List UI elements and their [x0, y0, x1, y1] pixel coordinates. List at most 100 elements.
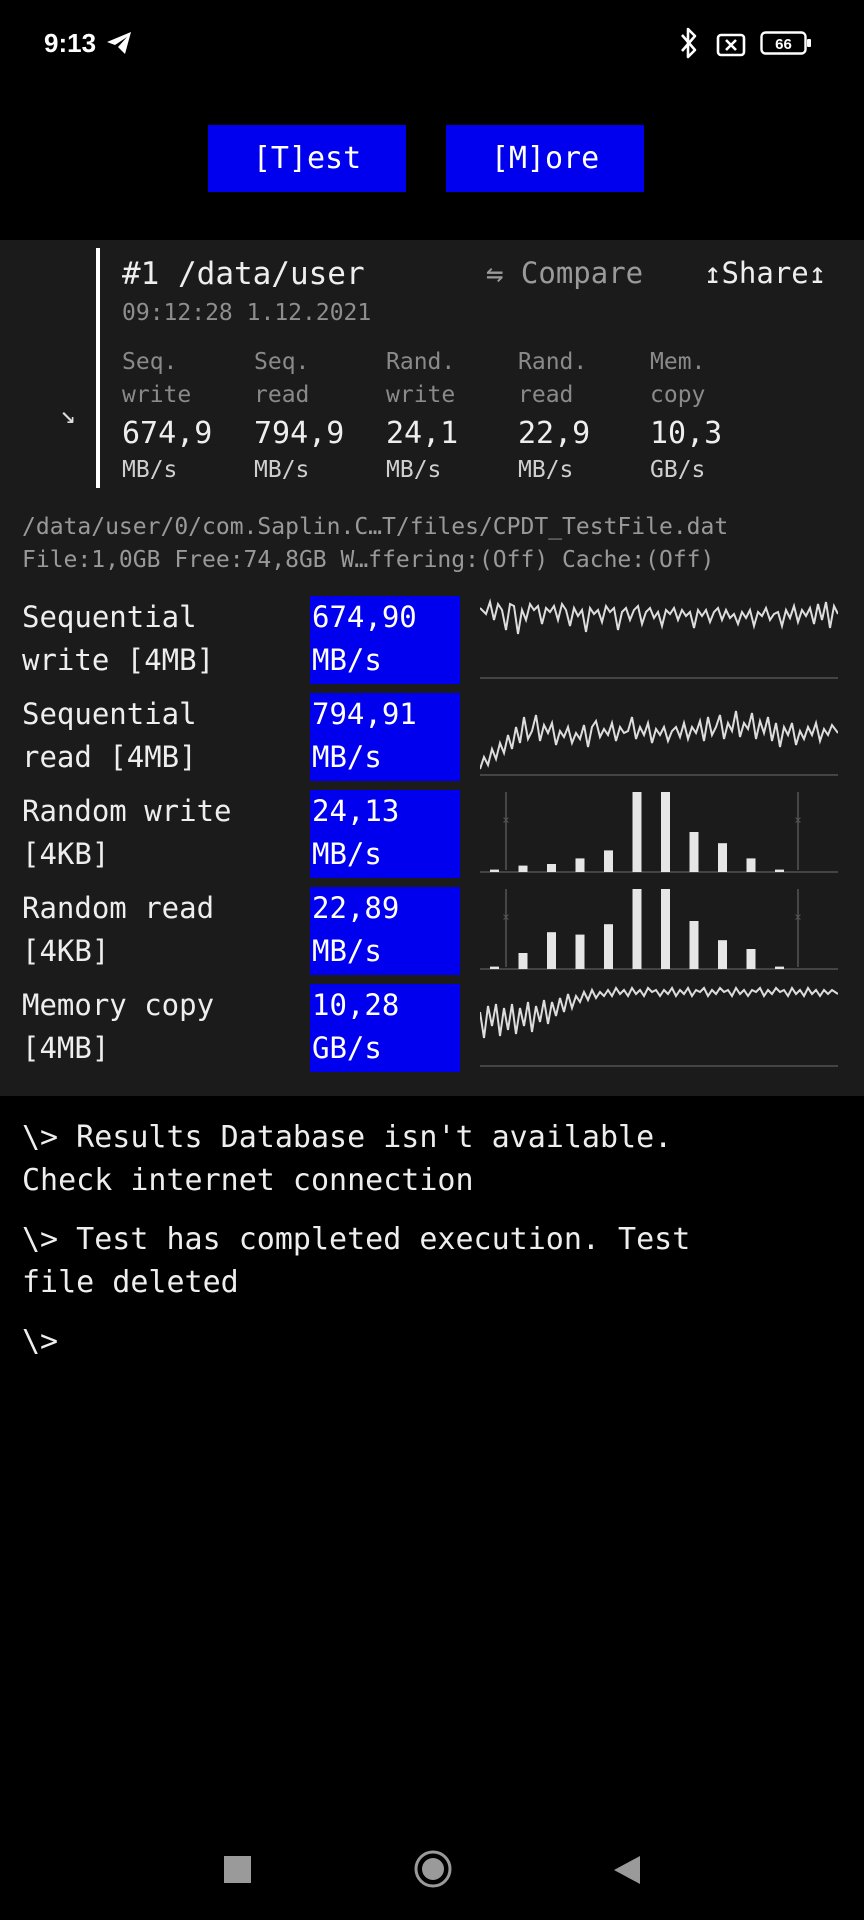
compare-button[interactable]: ⇋ Compare: [486, 256, 643, 290]
histogram-bar: [575, 934, 585, 969]
result-title: #1 /data/user: [122, 256, 365, 292]
mem-copy-graph: [480, 986, 838, 1067]
expand-arrow-icon[interactable]: ↘: [60, 400, 76, 430]
histogram-bar: [490, 869, 499, 872]
home-button[interactable]: [413, 1849, 453, 1889]
summary-unit: MB/s: [386, 457, 442, 483]
histogram-bar: [775, 966, 784, 969]
result-unit: GB/s: [312, 1031, 382, 1065]
summary-value: 794,9: [254, 416, 345, 451]
result-value: 794,91: [312, 697, 417, 731]
histogram-bar: [604, 850, 613, 872]
svg-text:×: ×: [502, 910, 509, 924]
histogram-bar: [547, 932, 556, 969]
summary-label: read: [254, 382, 310, 408]
summary-label: Seq.: [254, 349, 310, 375]
histogram-bar: [632, 792, 642, 872]
console-message-complete: \> Test has completed execution. Test fi…: [22, 1218, 842, 1304]
test-file-info: File:1,0GB Free:74,8GB W…ffering:(Off) C…: [22, 547, 715, 573]
summary-unit: MB/s: [254, 457, 310, 483]
sim-off-icon: [716, 33, 746, 57]
summary-value: 674,9: [122, 416, 213, 451]
rand-read-histogram: × ×: [480, 889, 838, 970]
summary-label: Seq.: [122, 349, 178, 375]
result-timestamp: 09:12:28 1.12.2021: [122, 300, 372, 326]
histogram-bar: [661, 792, 670, 872]
mem-copy-result: 10,28 GB/s: [310, 984, 460, 1072]
seq-write-graph: [480, 598, 838, 679]
battery-icon: 66: [760, 31, 811, 55]
test-label-line: Random read: [22, 891, 215, 925]
console-prompt[interactable]: \>: [22, 1320, 842, 1363]
summary-unit: MB/s: [122, 457, 178, 483]
histogram-bar: [661, 889, 670, 969]
rand-write-label: Random write [4KB]: [22, 790, 232, 876]
test-label-line: read [4MB]: [22, 740, 197, 774]
rand-write-histogram: × ×: [480, 792, 838, 873]
summary-label: write: [386, 382, 456, 408]
telegram-icon: [107, 32, 131, 54]
histogram-bar: [718, 843, 727, 872]
console-line: Check internet connection: [22, 1163, 474, 1198]
seq-write-result: 674,90 MB/s: [310, 596, 460, 684]
summary-value: 22,9: [518, 416, 591, 451]
summary-rand-write: Rand. write 24,1 MB/s: [386, 346, 518, 486]
test-label-line: Memory copy: [22, 988, 215, 1022]
summary-rand-read: Rand. read 22,9 MB/s: [518, 346, 650, 486]
histogram-bar: [775, 869, 784, 872]
console-message-db: \> Results Database isn't available. Che…: [22, 1116, 842, 1202]
svg-text:×: ×: [794, 813, 801, 827]
svg-text:×: ×: [502, 813, 509, 827]
summary-label: Rand.: [518, 349, 588, 375]
test-label-line: [4MB]: [22, 1031, 110, 1065]
seq-read-label: Sequential read [4MB]: [22, 693, 197, 779]
summary-value: 10,3: [650, 416, 723, 451]
histogram-bar: [718, 940, 727, 969]
summary-label: Rand.: [386, 349, 456, 375]
recents-button[interactable]: [224, 1856, 251, 1883]
status-time: 9:13: [44, 28, 97, 58]
test-file-path: /data/user/0/com.Saplin.C…T/files/CPDT_T…: [22, 514, 729, 540]
summary-seq-write: Seq. write 674,9 MB/s: [122, 346, 254, 486]
test-label-line: [4KB]: [22, 837, 110, 871]
histogram-bar: [575, 858, 585, 872]
result-unit: MB/s: [312, 934, 382, 968]
result-value: 674,90: [312, 600, 417, 634]
rand-write-result: 24,13 MB/s: [310, 790, 460, 878]
test-label-line: Random write: [22, 794, 232, 828]
summary-label: read: [518, 382, 574, 408]
histogram-bar: [518, 865, 528, 872]
summary-label: copy: [650, 382, 706, 408]
test-label-line: Sequential: [22, 600, 197, 634]
share-button[interactable]: ↥Share↥: [704, 256, 826, 290]
svg-text:×: ×: [794, 910, 801, 924]
console-line: file deleted: [22, 1265, 239, 1300]
histogram-bar: [689, 921, 699, 969]
test-label-line: [4KB]: [22, 934, 110, 968]
test-label-line: write [4MB]: [22, 643, 215, 677]
summary-unit: MB/s: [518, 457, 574, 483]
result-value: 24,13: [312, 794, 400, 828]
summary-seq-read: Seq. read 794,9 MB/s: [254, 346, 386, 486]
test-button[interactable]: [T]est: [208, 125, 406, 192]
console-line: \> Test has completed execution. Test: [22, 1222, 691, 1257]
histogram-bar: [746, 949, 756, 969]
histogram-bar: [632, 889, 642, 969]
summary-label: Mem.: [650, 349, 706, 375]
summary-label: write: [122, 382, 192, 408]
result-value: 10,28: [312, 988, 400, 1022]
mem-copy-label: Memory copy [4MB]: [22, 984, 214, 1070]
summary-mem-copy: Mem. copy 10,3 GB/s: [650, 346, 782, 486]
summary-unit: GB/s: [650, 457, 706, 483]
histogram-bar: [518, 953, 528, 969]
result-value: 22,89: [312, 891, 400, 925]
console-line: \> Results Database isn't available.: [22, 1120, 673, 1155]
test-label-line: Sequential: [22, 697, 197, 731]
more-button[interactable]: [M]ore: [446, 125, 644, 192]
result-unit: MB/s: [312, 740, 382, 774]
rand-read-label: Random read [4KB]: [22, 887, 214, 973]
result-unit: MB/s: [312, 837, 382, 871]
summary-value: 24,1: [386, 416, 459, 451]
battery-level: 66: [775, 36, 792, 53]
back-button[interactable]: [612, 1854, 642, 1886]
